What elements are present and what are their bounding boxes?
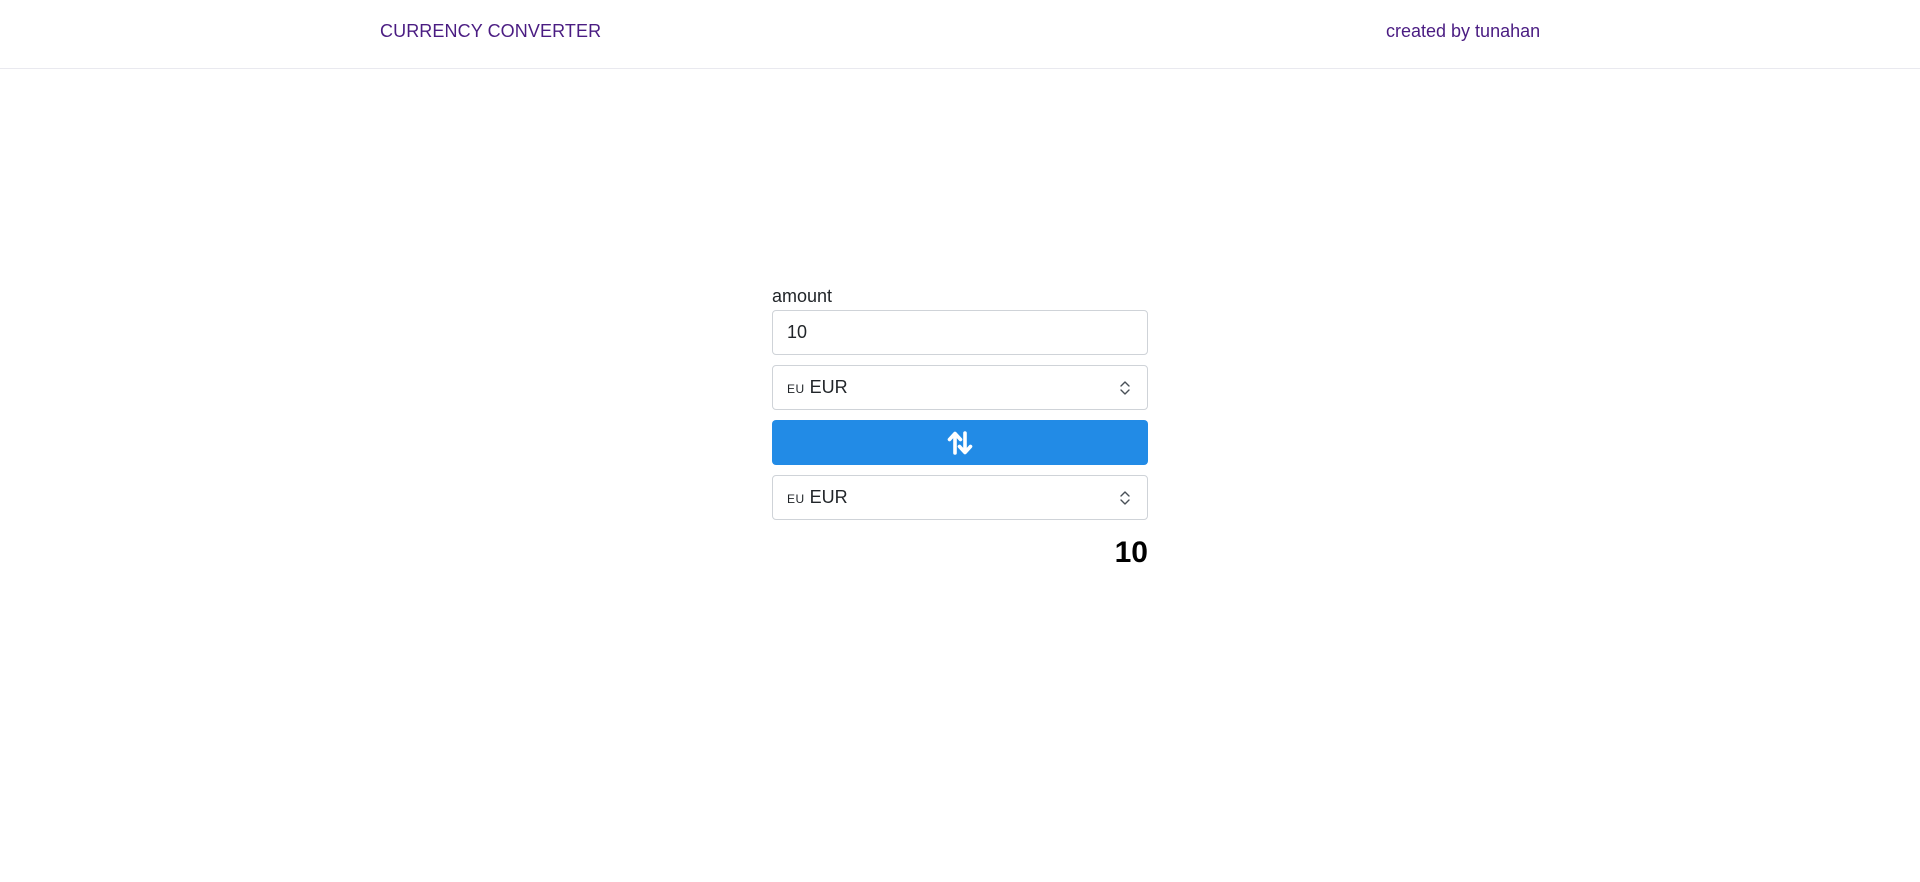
conversion-result: 10 <box>1114 536 1148 569</box>
to-currency-select[interactable]: EU EUR <box>772 475 1148 520</box>
converter-form: amount EU EUR EU EUR 10 <box>772 286 1148 570</box>
from-currency-label: EUR <box>809 377 848 397</box>
to-currency-label: EUR <box>809 487 848 507</box>
author-credit[interactable]: created by tunahan <box>1386 21 1540 42</box>
select-chevron-icon <box>1120 381 1130 395</box>
select-chevron-icon <box>1120 491 1130 505</box>
amount-label: amount <box>772 286 833 306</box>
top-navbar: CURRENCY CONVERTER created by tunahan <box>0 0 1920 69</box>
swap-currencies-button[interactable] <box>772 420 1148 465</box>
swap-vertical-icon <box>947 430 973 455</box>
from-currency-select[interactable]: EU EUR <box>772 365 1148 410</box>
amount-input[interactable] <box>772 310 1148 355</box>
app-title[interactable]: CURRENCY CONVERTER <box>380 21 601 42</box>
eu-flag-icon: EU <box>787 491 805 506</box>
eu-flag-icon: EU <box>787 381 805 396</box>
